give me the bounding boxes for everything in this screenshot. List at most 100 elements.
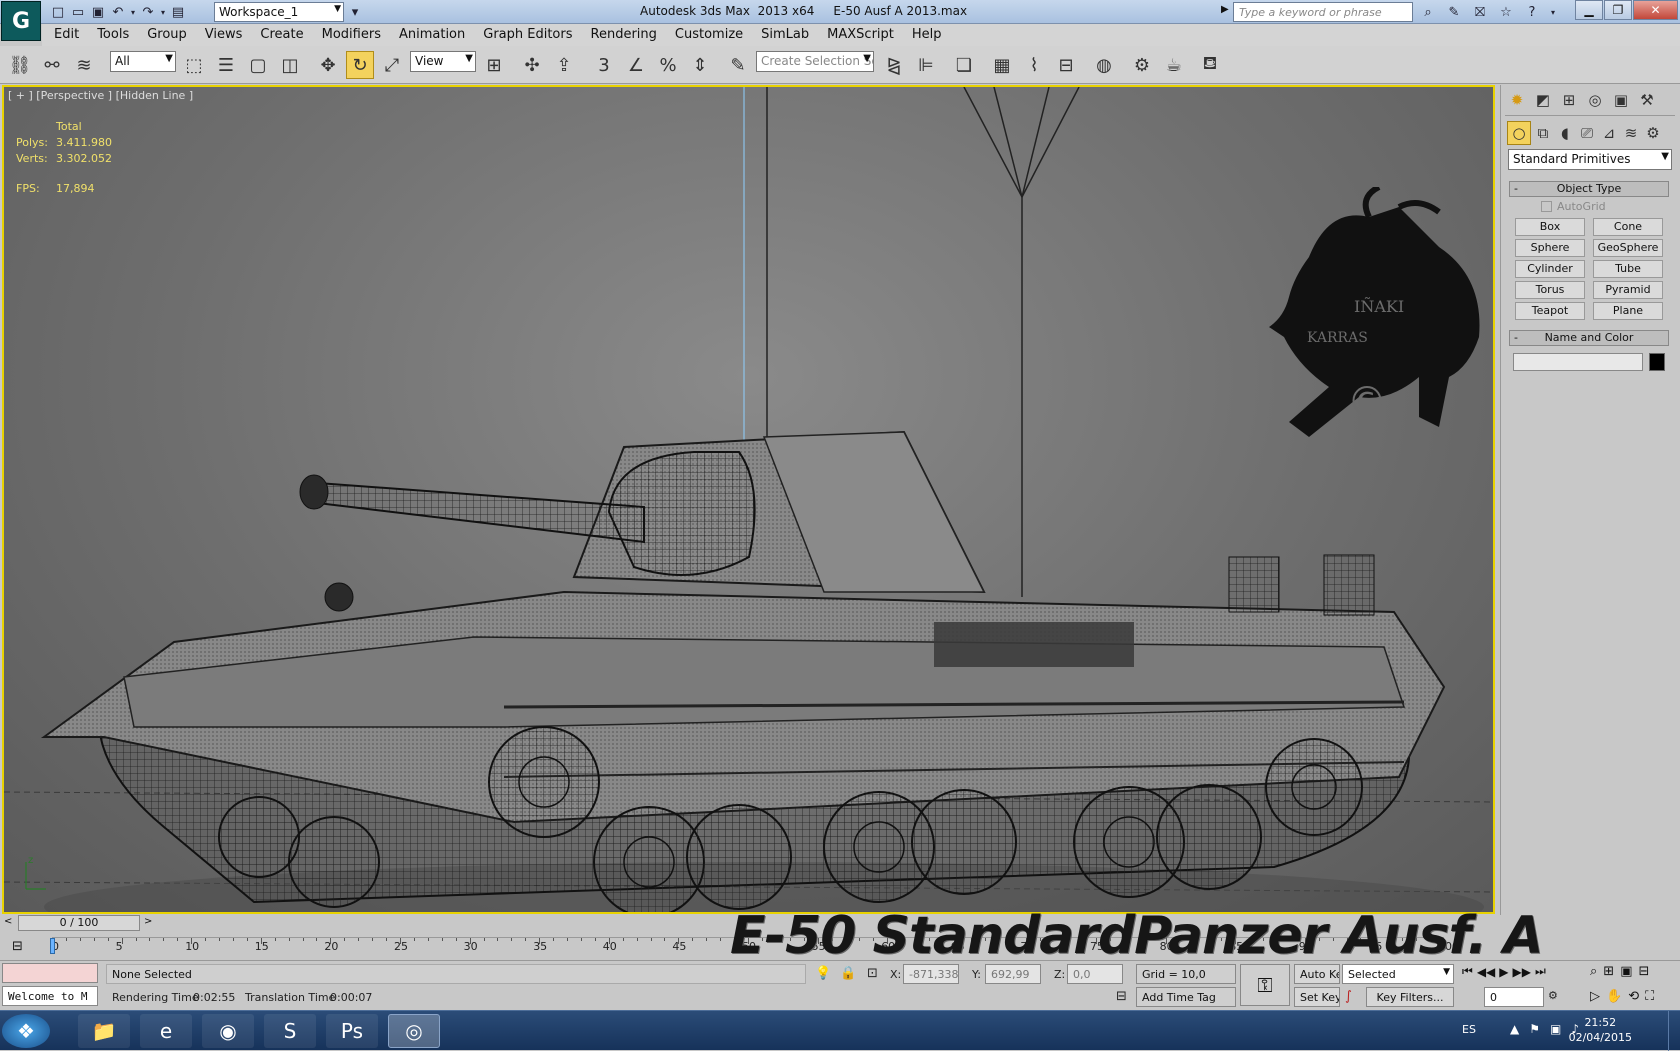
object-color-swatch[interactable] <box>1649 353 1665 371</box>
skype-icon[interactable]: S <box>264 1014 316 1048</box>
layer-manager-icon[interactable]: ❏ <box>950 51 978 79</box>
zoom-all-icon[interactable]: ⊞ <box>1603 964 1614 979</box>
mirror-icon[interactable]: ⧎ <box>880 51 908 79</box>
next-frame-icon[interactable]: > <box>144 916 152 927</box>
firefox-icon[interactable]: ◉ <box>202 1014 254 1048</box>
box-button[interactable]: Box <box>1515 218 1585 236</box>
communication-center-icon[interactable]: ✎ <box>1444 2 1464 22</box>
systems-icon[interactable]: ⚙ <box>1641 121 1665 145</box>
render-production-icon[interactable]: ⛾ <box>1196 51 1224 79</box>
menu-graph-editors[interactable]: Graph Editors <box>474 24 581 46</box>
file-explorer-icon[interactable]: 📁 <box>78 1014 130 1048</box>
mini-curve-editor-icon[interactable]: ⊟ <box>12 939 23 954</box>
current-frame-marker[interactable] <box>50 938 55 954</box>
previous-frame-icon[interactable]: < <box>4 916 12 927</box>
select-manipulate-icon[interactable]: ✣ <box>518 51 546 79</box>
menu-tools[interactable]: Tools <box>88 24 138 46</box>
geosphere-button[interactable]: GeoSphere <box>1593 239 1663 257</box>
pyramid-button[interactable]: Pyramid <box>1593 281 1663 299</box>
app-logo-button[interactable]: G <box>1 1 41 41</box>
menu-modifiers[interactable]: Modifiers <box>313 24 390 46</box>
x-coordinate-input[interactable]: -871,338 <box>903 964 959 984</box>
tube-button[interactable]: Tube <box>1593 260 1663 278</box>
zoom-icon[interactable]: ⌕ <box>1590 964 1597 979</box>
name-and-color-rollout[interactable]: - Name and Color <box>1509 330 1669 346</box>
zoom-extents-all-icon[interactable]: ⊟ <box>1638 964 1649 979</box>
isolate-selection-icon[interactable]: 💡 <box>815 966 831 981</box>
action-center-flag-icon[interactable]: ⚑ <box>1529 1022 1540 1036</box>
show-hidden-icons-icon[interactable]: ▲ <box>1510 1022 1519 1036</box>
next-key-icon[interactable]: ▶▶ <box>1513 965 1531 979</box>
orbit-icon[interactable]: ⟲ <box>1628 989 1639 1004</box>
percent-snap-icon[interactable]: % <box>654 51 682 79</box>
help-dropdown-icon[interactable]: ▾ <box>1548 2 1558 22</box>
undo-icon[interactable]: ↶ <box>108 2 128 22</box>
modify-tab-icon[interactable]: ◩ <box>1531 88 1555 112</box>
menu-maxscript[interactable]: MAXScript <box>818 24 903 46</box>
internet-explorer-icon[interactable]: e <box>140 1014 192 1048</box>
unlink-icon[interactable]: ⚯ <box>38 51 66 79</box>
photoshop-icon[interactable]: Ps <box>326 1014 378 1048</box>
geometry-icon[interactable]: ○ <box>1507 121 1531 145</box>
object-name-input[interactable] <box>1513 353 1643 371</box>
viewport-label[interactable]: [ + ] [Perspective ] [Hidden Line ] <box>8 89 193 102</box>
previous-key-icon[interactable]: ◀◀ <box>1477 965 1495 979</box>
maxscript-listener[interactable] <box>2 963 98 983</box>
taskbar-clock[interactable]: 21:52 02/04/2015 <box>1569 1015 1632 1045</box>
restore-button[interactable]: ❐ <box>1604 0 1632 20</box>
3ds-max-taskbar-icon[interactable]: ◎ <box>388 1014 440 1048</box>
curve-editor-icon[interactable]: ⌇ <box>1020 51 1048 79</box>
absolute-mode-icon[interactable]: ⊡ <box>867 966 878 981</box>
time-configuration-icon[interactable]: ⚙ <box>1548 989 1558 1002</box>
maximize-viewport-icon[interactable]: ⛶ <box>1645 989 1654 1004</box>
new-file-icon[interactable]: □ <box>48 2 68 22</box>
sphere-button[interactable]: Sphere <box>1515 239 1585 257</box>
z-coordinate-input[interactable]: 0,0 <box>1067 964 1123 984</box>
window-crossing-icon[interactable]: ◫ <box>276 51 304 79</box>
binoculars-icon[interactable]: ⌕ <box>1418 2 1438 22</box>
set-key-button[interactable]: Set Key <box>1294 987 1340 1007</box>
cone-button[interactable]: Cone <box>1593 218 1663 236</box>
exchange-icon[interactable]: ⛝ <box>1470 2 1490 22</box>
bind-space-warp-icon[interactable]: ≋ <box>70 51 98 79</box>
auto-key-button[interactable]: Auto Key <box>1294 964 1340 984</box>
maxscript-mini-listener[interactable]: Welcome to M <box>2 986 98 1006</box>
default-tangent-icon[interactable]: ∫ <box>1345 989 1352 1004</box>
help-icon[interactable]: ? <box>1522 2 1542 22</box>
graphite-ribbon-icon[interactable]: ▦ <box>988 51 1016 79</box>
render-setup-icon[interactable]: ⚙ <box>1128 51 1156 79</box>
edit-named-selection-icon[interactable]: ✎ <box>724 51 752 79</box>
select-and-move-icon[interactable]: ✥ <box>314 51 342 79</box>
menu-simlab[interactable]: SimLab <box>752 24 818 46</box>
perspective-viewport[interactable]: [ + ] [Perspective ] [Hidden Line ] Tota… <box>2 85 1495 914</box>
go-to-end-icon[interactable]: ⏭ <box>1535 964 1546 979</box>
time-slider[interactable]: 0 / 100 <box>18 915 140 931</box>
rendered-frame-window-icon[interactable]: ☕ <box>1160 51 1188 79</box>
motion-tab-icon[interactable]: ◎ <box>1583 88 1607 112</box>
current-frame-input[interactable]: 0 <box>1484 987 1544 1007</box>
utilities-tab-icon[interactable]: ⚒ <box>1635 88 1659 112</box>
object-type-rollout[interactable]: - Object Type <box>1509 181 1669 197</box>
input-language[interactable]: ES <box>1462 1023 1476 1036</box>
spinner-snap-icon[interactable]: ⇕ <box>686 51 714 79</box>
add-time-tag-button[interactable]: Add Time Tag <box>1136 987 1236 1007</box>
pan-hand-icon[interactable]: ✋ <box>1606 989 1622 1004</box>
shapes-icon[interactable]: ⧉ <box>1531 121 1555 145</box>
material-editor-icon[interactable]: ◍ <box>1090 51 1118 79</box>
keyboard-shortcut-override-icon[interactable]: ⇪ <box>550 51 578 79</box>
favorites-star-icon[interactable]: ☆ <box>1496 2 1516 22</box>
hierarchy-tab-icon[interactable]: ⊞ <box>1557 88 1581 112</box>
show-desktop-button[interactable] <box>1668 1011 1680 1051</box>
select-and-scale-icon[interactable]: ⤢ <box>378 51 406 79</box>
field-of-view-icon[interactable]: ▷ <box>1590 989 1600 1004</box>
select-by-name-icon[interactable]: ☰ <box>212 51 240 79</box>
redo-icon[interactable]: ↷ <box>138 2 158 22</box>
space-warps-icon[interactable]: ≋ <box>1619 121 1643 145</box>
play-icon[interactable]: ▶ <box>1499 965 1508 979</box>
expand-search-icon[interactable]: ▶ <box>1221 4 1229 15</box>
redo-dropdown-icon[interactable]: ▾ <box>158 2 168 22</box>
plane-button[interactable]: Plane <box>1593 302 1663 320</box>
quick-access-menu-icon[interactable]: ▾ <box>345 2 365 22</box>
select-object-icon[interactable]: ⬚ <box>180 51 208 79</box>
selection-filter-select[interactable]: All ▼ <box>110 51 176 72</box>
